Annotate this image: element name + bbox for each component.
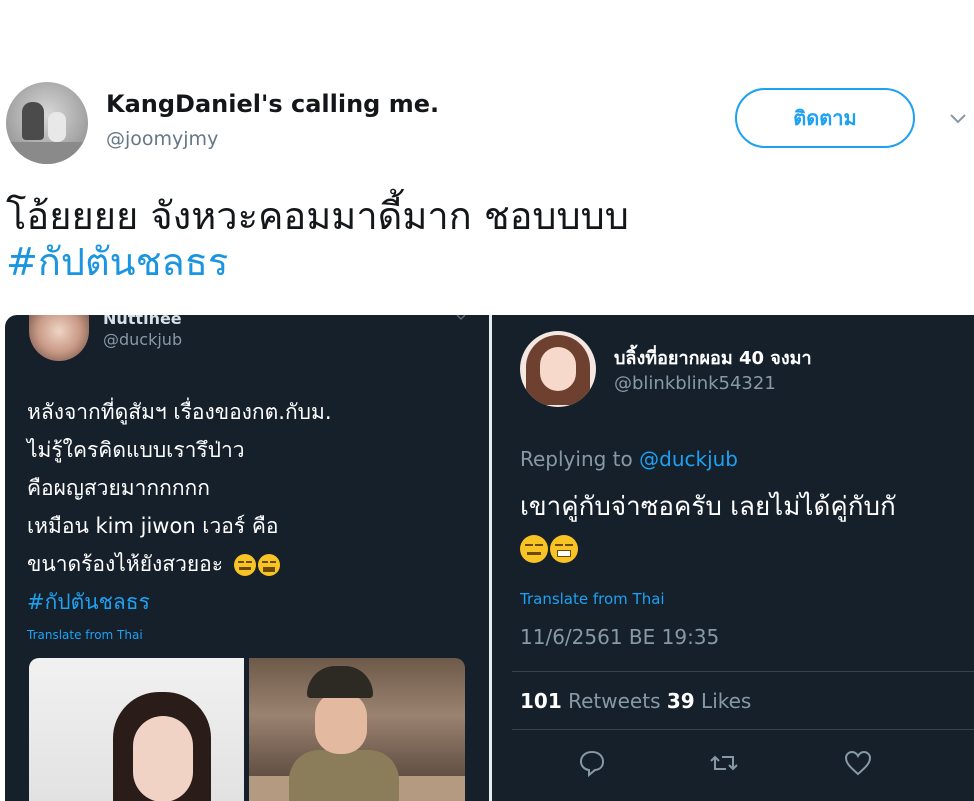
- quoted-line: หลังจากที่ดูสัมฯ เรื่องของกต.กับม.: [27, 400, 332, 424]
- quoted-hashtag: #กัปตันชลธร: [27, 590, 150, 614]
- flushed-face-icon: [233, 554, 256, 576]
- photo-body: [289, 750, 399, 801]
- emoji-group: [233, 554, 280, 576]
- photo-face: [133, 716, 193, 801]
- reply-date: 11/6/2561 BE 19:35: [520, 625, 720, 649]
- expressionless-face-icon: [520, 535, 548, 563]
- avatar-floor: [6, 142, 88, 164]
- avatar-figure: [22, 102, 44, 140]
- replying-to: Replying to @duckjub: [520, 447, 738, 471]
- tweet-header: KangDaniel's calling me. @joomyjmy ติดตา…: [0, 78, 974, 168]
- user-avatar[interactable]: [6, 82, 88, 164]
- quoted-handle: @duckjub: [103, 330, 183, 349]
- retweets-count: 101: [520, 689, 562, 713]
- quoted-line: คือผญสวยมากกกกก: [27, 476, 210, 500]
- reply-text: เขาคู่กับจ่าซอครับ เลยไม่ได้คู่กับกั: [520, 492, 896, 522]
- translate-link: Translate from Thai: [520, 590, 665, 608]
- reply-avatar: [520, 331, 596, 407]
- quoted-photo: [249, 658, 465, 801]
- photo-face: [315, 692, 367, 754]
- user-handle[interactable]: @joomyjmy: [106, 128, 218, 150]
- retweet-icon: [710, 755, 738, 771]
- laughing-tears-face-icon: [257, 554, 280, 576]
- follow-button[interactable]: ติดตาม: [735, 88, 915, 148]
- stats-divider: [512, 671, 974, 672]
- quoted-line: ไม่รู้ใครคิดแบบเรารึป่าว: [27, 438, 245, 462]
- quoted-photo: [29, 658, 244, 801]
- left-screenshot: Nuttinee @duckjub หลังจากที่ดูสัมฯ เรื่อ…: [5, 315, 489, 801]
- replying-prefix: Replying to: [520, 447, 633, 471]
- likes-label: Likes: [701, 689, 752, 713]
- quoted-avatar: [29, 315, 89, 361]
- photo-cap: [307, 666, 373, 698]
- avatar-face: [540, 347, 576, 391]
- avatar-figure: [48, 112, 66, 142]
- like-icon: [844, 750, 872, 776]
- emoji-group: [520, 535, 578, 565]
- tweet-media[interactable]: Nuttinee @duckjub หลังจากที่ดูสัมฯ เรื่อ…: [5, 315, 974, 801]
- action-bar: [492, 747, 974, 783]
- reply-icon: [579, 750, 605, 778]
- quoted-name: Nuttinee: [103, 315, 182, 328]
- likes-count: 39: [666, 689, 695, 713]
- caret-down-icon: [456, 315, 466, 321]
- retweets-label: Retweets: [568, 689, 661, 713]
- tweet-text: โอ้ยยยย จังหวะคอมมาดี้มาก ชอบบบบ #กัปตัน…: [6, 193, 629, 285]
- quoted-line: เหมือน kim jiwon เวอร์ คือ: [27, 514, 279, 538]
- quoted-body: หลังจากที่ดูสัมฯ เรื่องของกต.กับม. ไม่รู…: [27, 393, 332, 621]
- quoted-line: ขนาดร้องไห้ยังสวยอะ: [27, 552, 224, 576]
- reply-stats: 101 Retweets 39 Likes: [520, 689, 751, 713]
- replying-mention: @duckjub: [639, 447, 739, 471]
- reply-name: บลิ้งที่อยากผอม 40 จงมา: [614, 348, 812, 369]
- chevron-down-icon[interactable]: [948, 108, 968, 128]
- display-name[interactable]: KangDaniel's calling me.: [106, 90, 439, 118]
- translate-link: Translate from Thai: [27, 628, 143, 642]
- quoted-line-with-emoji: ขนาดร้องไห้ยังสวยอะ: [27, 545, 332, 583]
- grimacing-face-icon: [550, 535, 578, 563]
- right-screenshot: บลิ้งที่อยากผอม 40 จงมา @blinkblink54321…: [492, 315, 974, 801]
- tweet-hashtag[interactable]: #กัปตันชลธร: [6, 239, 629, 285]
- tweet-text-line: โอ้ยยยย จังหวะคอมมาดี้มาก ชอบบบบ: [6, 194, 629, 238]
- stats-divider: [512, 729, 974, 730]
- reply-handle: @blinkblink54321: [614, 373, 776, 394]
